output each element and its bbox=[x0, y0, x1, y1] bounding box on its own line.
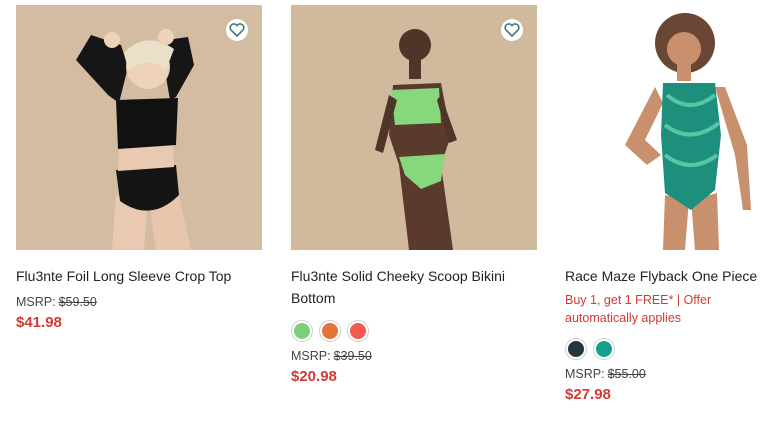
msrp-label: MSRP: bbox=[565, 367, 605, 381]
color-swatch-green[interactable] bbox=[292, 321, 312, 341]
product-card[interactable]: Race Maze Flyback One Piece Buy 1, get 1… bbox=[565, 0, 773, 403]
color-swatch-navy[interactable] bbox=[566, 339, 586, 359]
product-grid: Flu3nte Foil Long Sleeve Crop Top MSRP: $… bbox=[0, 0, 773, 422]
product-title[interactable]: Flu3nte Solid Cheeky Scoop Bikini Bottom bbox=[291, 265, 537, 309]
promo-text: Buy 1, get 1 FREE* | Offer automatically… bbox=[565, 293, 712, 325]
color-swatches bbox=[565, 339, 773, 359]
product-photo-one-piece bbox=[565, 5, 773, 250]
wishlist-button[interactable] bbox=[226, 19, 248, 41]
color-swatch-red[interactable] bbox=[348, 321, 368, 341]
product-title[interactable]: Race Maze Flyback One Piece bbox=[565, 265, 773, 287]
msrp-value: $59.50 bbox=[58, 295, 97, 309]
sale-price: $20.98 bbox=[291, 368, 337, 385]
msrp-label: MSRP: bbox=[16, 295, 56, 309]
product-card[interactable]: Flu3nte Foil Long Sleeve Crop Top MSRP: $… bbox=[16, 0, 262, 331]
color-swatches bbox=[291, 321, 537, 341]
color-swatch-teal[interactable] bbox=[594, 339, 614, 359]
msrp-value: $55.00 bbox=[607, 367, 646, 381]
product-image[interactable] bbox=[565, 5, 773, 250]
product-image[interactable] bbox=[16, 5, 262, 250]
heart-outline-icon bbox=[504, 23, 520, 37]
msrp: MSRP: $39.50 bbox=[291, 349, 537, 363]
product-title[interactable]: Flu3nte Foil Long Sleeve Crop Top bbox=[16, 265, 262, 287]
msrp: MSRP: $55.00 bbox=[565, 367, 773, 381]
product-photo-crop-top bbox=[16, 5, 262, 250]
color-swatch-orange[interactable] bbox=[320, 321, 340, 341]
msrp-value: $39.50 bbox=[333, 349, 372, 363]
product-image[interactable] bbox=[291, 5, 537, 250]
wishlist-button[interactable] bbox=[501, 19, 523, 41]
msrp: MSRP: $59.50 bbox=[16, 295, 262, 309]
product-card[interactable]: Flu3nte Solid Cheeky Scoop Bikini Bottom… bbox=[291, 0, 537, 385]
sale-price: $41.98 bbox=[16, 314, 62, 331]
heart-outline-icon bbox=[229, 23, 245, 37]
msrp-label: MSRP: bbox=[291, 349, 331, 363]
sale-price: $27.98 bbox=[565, 386, 611, 403]
product-photo-bikini-bottom bbox=[291, 5, 537, 250]
